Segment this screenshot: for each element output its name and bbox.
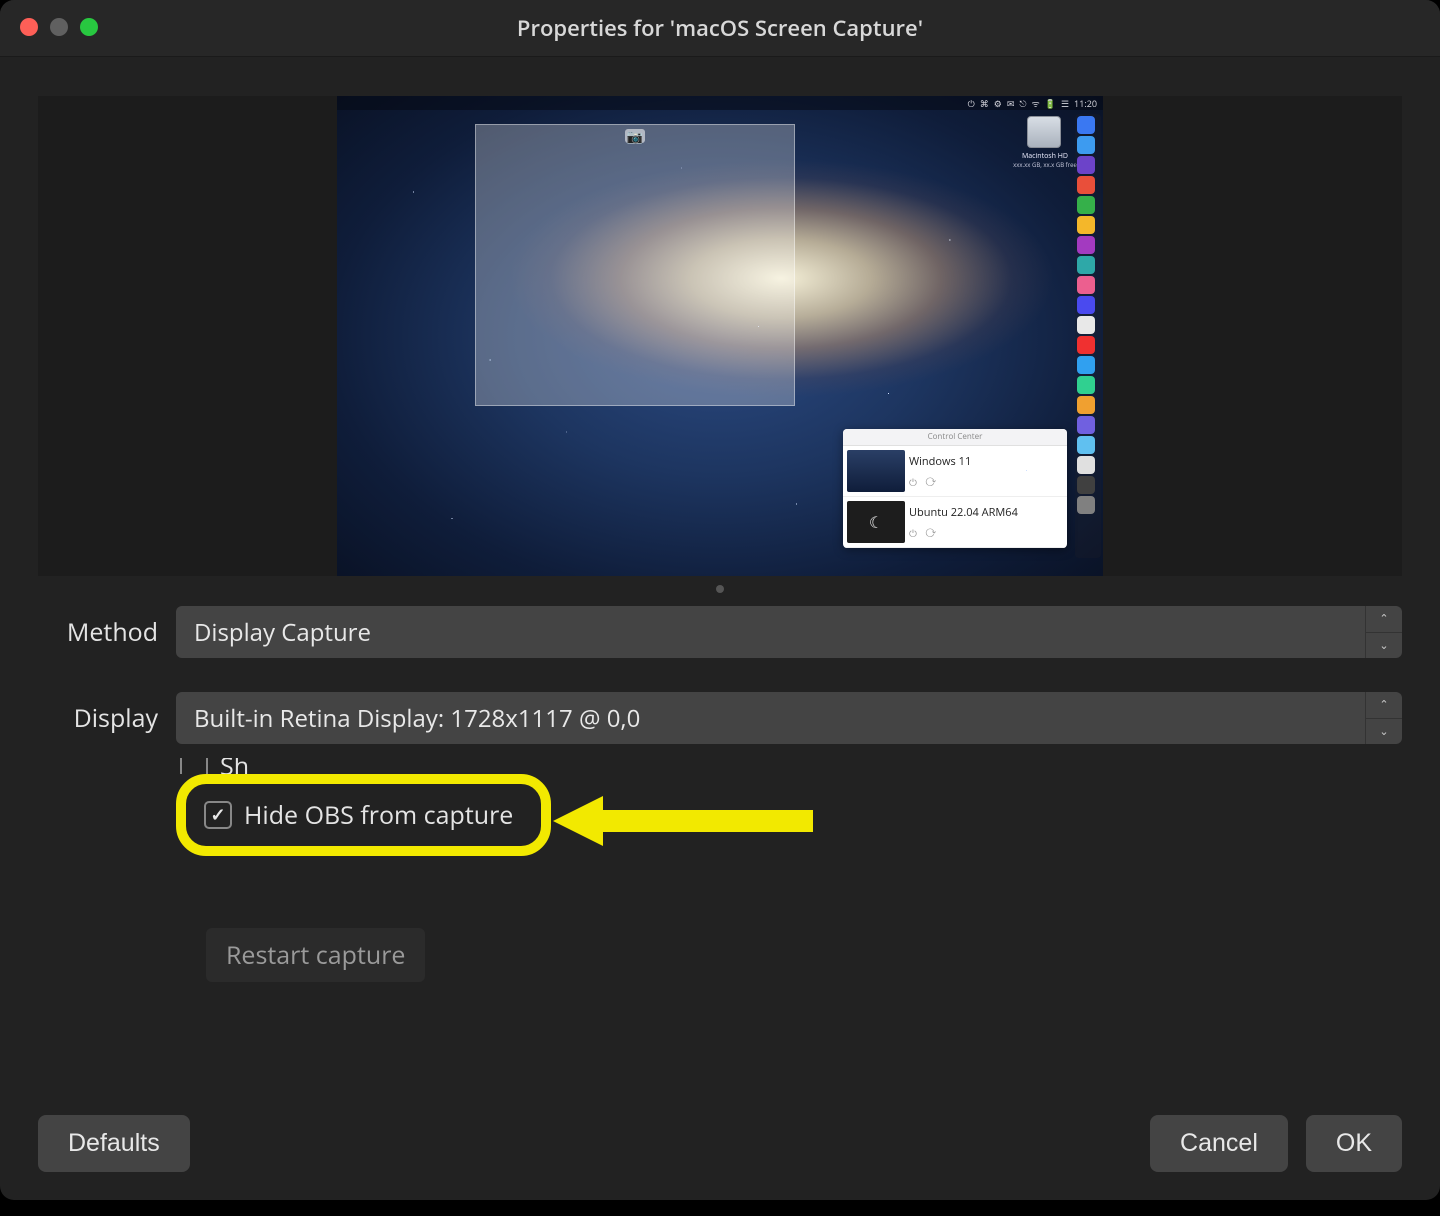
preview-dock (1075, 114, 1101, 558)
preview-menubar: ⏻⌘⚙✉⎋ᯤ🔋☰ 11:20 (337, 96, 1103, 110)
chevron-down-icon: ⌄ (1366, 633, 1402, 659)
dialog-footer: Defaults Cancel OK (38, 1115, 1402, 1172)
method-stepper[interactable]: ⌃ ⌄ (1365, 606, 1402, 658)
minimize-window-button[interactable] (50, 18, 68, 36)
method-select[interactable]: Display Capture (176, 606, 1365, 658)
properties-window: Properties for 'macOS Screen Capture' ⏻⌘… (0, 0, 1440, 1200)
preview-area: ⏻⌘⚙✉⎋ᯤ🔋☰ 11:20 Macintosh HD xxx.xx GB, x… (38, 96, 1402, 576)
vm-thumbnail: ☾ (847, 501, 905, 543)
hide-obs-label: Hide OBS from capture (244, 798, 513, 832)
capture-region-overlay: 📷 (475, 124, 795, 406)
window-title: Properties for 'macOS Screen Capture' (0, 13, 1440, 43)
desktop-disk-label: Macintosh HD xxx.xx GB, xx.x GB free (1005, 152, 1085, 169)
window-controls (20, 18, 98, 36)
vm-name: Windows 11 (909, 454, 971, 469)
close-window-button[interactable] (20, 18, 38, 36)
restart-capture-button[interactable]: Restart capture (206, 928, 425, 982)
display-row: Display Built-in Retina Display: 1728x11… (38, 692, 1402, 744)
vm-row: ☾ Ubuntu 22.04 ARM64 ⏻ ⟳ (843, 497, 1067, 548)
display-select[interactable]: Built-in Retina Display: 1728x1117 @ 0,0 (176, 692, 1365, 744)
zoom-window-button[interactable] (80, 18, 98, 36)
chevron-up-icon: ⌃ (1366, 606, 1402, 633)
annotation-highlight-box: Hide OBS from capture (176, 774, 551, 856)
vm-name: Ubuntu 22.04 ARM64 (909, 505, 1018, 520)
preview-resize-grip[interactable] (716, 585, 724, 593)
hide-obs-checkbox[interactable] (204, 801, 232, 829)
cancel-button[interactable]: Cancel (1150, 1115, 1288, 1172)
method-row: Method Display Capture ⌃ ⌄ (38, 606, 1402, 658)
method-label: Method (38, 615, 158, 649)
vm-row: Windows 11 ⏻ ⟳ (843, 446, 1067, 497)
display-preview[interactable]: ⏻⌘⚙✉⎋ᯤ🔋☰ 11:20 Macintosh HD xxx.xx GB, x… (337, 96, 1103, 576)
show-cursor-label-clipped: Sh (220, 758, 249, 774)
panel-header: Control Center (843, 429, 1067, 446)
display-stepper[interactable]: ⌃ ⌄ (1365, 692, 1402, 744)
annotation-arrow (553, 792, 813, 850)
menubar-clock: 11:20 (1074, 97, 1097, 110)
show-cursor-row-clipped[interactable]: Sh (180, 758, 249, 774)
vm-thumbnail (847, 450, 905, 492)
chevron-down-icon: ⌄ (1366, 719, 1402, 745)
preview-panel-window: Control Center Windows 11 ⏻ ⟳ ☾ Ubuntu 2… (843, 429, 1067, 548)
defaults-button[interactable]: Defaults (38, 1115, 190, 1172)
properties-form: Method Display Capture ⌃ ⌄ Display Built… (38, 606, 1402, 982)
camera-icon: 📷 (625, 129, 645, 143)
window-body: ⏻⌘⚙✉⎋ᯤ🔋☰ 11:20 Macintosh HD xxx.xx GB, x… (0, 56, 1440, 1200)
ok-button[interactable]: OK (1306, 1115, 1402, 1172)
display-label: Display (38, 701, 158, 735)
show-cursor-checkbox[interactable] (180, 758, 208, 774)
desktop-disk-icon (1027, 116, 1061, 148)
titlebar: Properties for 'macOS Screen Capture' (0, 0, 1440, 57)
chevron-up-icon: ⌃ (1366, 692, 1402, 719)
